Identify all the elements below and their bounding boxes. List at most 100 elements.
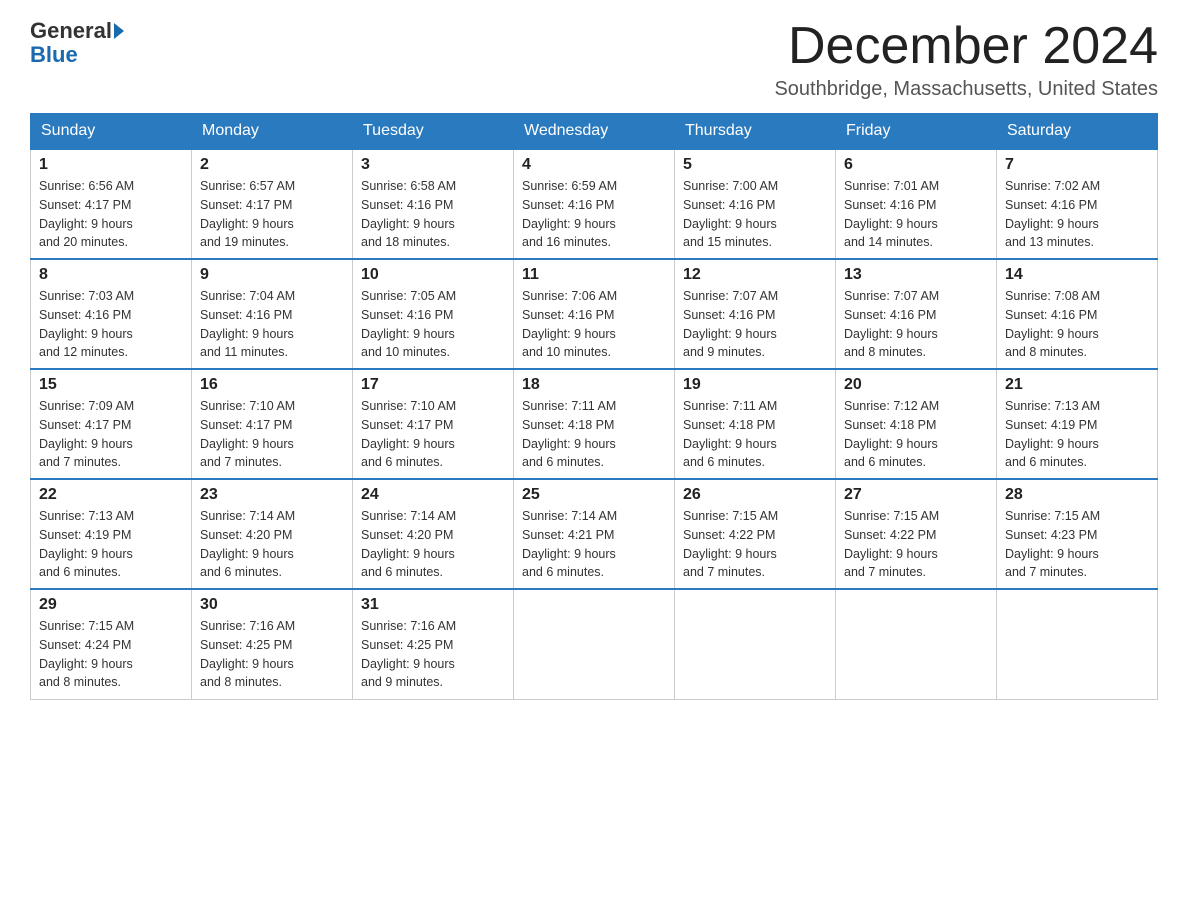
day-number: 26 — [683, 486, 827, 504]
calendar-cell: 16 Sunrise: 7:10 AMSunset: 4:17 PMDayligh… — [192, 369, 353, 479]
day-number: 21 — [1005, 376, 1149, 394]
weekday-header-row: SundayMondayTuesdayWednesdayThursdayFrid… — [31, 114, 1158, 150]
week-row-2: 8 Sunrise: 7:03 AMSunset: 4:16 PMDaylight… — [31, 259, 1158, 369]
day-number: 31 — [361, 596, 505, 614]
month-title: December 2024 — [774, 20, 1158, 72]
day-info: Sunrise: 6:56 AMSunset: 4:17 PMDaylight:… — [39, 177, 183, 252]
day-info: Sunrise: 7:06 AMSunset: 4:16 PMDaylight:… — [522, 287, 666, 362]
day-number: 9 — [200, 266, 344, 284]
day-info: Sunrise: 7:14 AMSunset: 4:20 PMDaylight:… — [361, 507, 505, 582]
logo-blue-text: Blue — [30, 44, 78, 66]
calendar-cell: 13Sunrise: 7:07 AMSunset: 4:16 PMDayligh… — [836, 259, 997, 369]
day-info: Sunrise: 7:09 AMSunset: 4:17 PMDaylight:… — [39, 397, 183, 472]
day-info: Sunrise: 7:01 AMSunset: 4:16 PMDaylight:… — [844, 177, 988, 252]
weekday-header-friday: Friday — [836, 114, 997, 150]
calendar-cell: 12 Sunrise: 7:07 AMSunset: 4:16 PMDayligh… — [675, 259, 836, 369]
calendar-table: SundayMondayTuesdayWednesdayThursdayFrid… — [30, 113, 1158, 700]
day-number: 7 — [1005, 156, 1149, 174]
calendar-cell: 1 Sunrise: 6:56 AMSunset: 4:17 PMDaylight… — [31, 149, 192, 259]
location-subtitle: Southbridge, Massachusetts, United State… — [774, 78, 1158, 101]
calendar-cell: 5 Sunrise: 7:00 AMSunset: 4:16 PMDaylight… — [675, 149, 836, 259]
logo-general-text: General — [30, 20, 112, 42]
day-number: 10 — [361, 266, 505, 284]
day-number: 6 — [844, 156, 988, 174]
calendar-cell: 18 Sunrise: 7:11 AMSunset: 4:18 PMDayligh… — [514, 369, 675, 479]
calendar-cell: 31 Sunrise: 7:16 AMSunset: 4:25 PMDayligh… — [353, 589, 514, 699]
weekday-header-monday: Monday — [192, 114, 353, 150]
calendar-cell: 4Sunrise: 6:59 AMSunset: 4:16 PMDaylight… — [514, 149, 675, 259]
day-info: Sunrise: 7:13 AMSunset: 4:19 PMDaylight:… — [1005, 397, 1149, 472]
day-number: 12 — [683, 266, 827, 284]
day-info: Sunrise: 7:11 AMSunset: 4:18 PMDaylight:… — [522, 397, 666, 472]
day-number: 4 — [522, 156, 666, 174]
day-info: Sunrise: 7:13 AMSunset: 4:19 PMDaylight:… — [39, 507, 183, 582]
day-info: Sunrise: 7:14 AMSunset: 4:20 PMDaylight:… — [200, 507, 344, 582]
weekday-header-thursday: Thursday — [675, 114, 836, 150]
calendar-cell: 10 Sunrise: 7:05 AMSunset: 4:16 PMDayligh… — [353, 259, 514, 369]
day-number: 11 — [522, 266, 666, 284]
day-number: 3 — [361, 156, 505, 174]
calendar-cell: 27Sunrise: 7:15 AMSunset: 4:22 PMDayligh… — [836, 479, 997, 589]
day-number: 23 — [200, 486, 344, 504]
day-number: 29 — [39, 596, 183, 614]
calendar-cell: 21 Sunrise: 7:13 AMSunset: 4:19 PMDayligh… — [997, 369, 1158, 479]
calendar-cell: 3Sunrise: 6:58 AMSunset: 4:16 PMDaylight… — [353, 149, 514, 259]
day-number: 8 — [39, 266, 183, 284]
day-info: Sunrise: 7:12 AMSunset: 4:18 PMDaylight:… — [844, 397, 988, 472]
day-number: 14 — [1005, 266, 1149, 284]
calendar-cell — [514, 589, 675, 699]
calendar-cell: 9 Sunrise: 7:04 AMSunset: 4:16 PMDaylight… — [192, 259, 353, 369]
day-info: Sunrise: 7:16 AMSunset: 4:25 PMDaylight:… — [361, 617, 505, 692]
day-number: 25 — [522, 486, 666, 504]
calendar-cell — [997, 589, 1158, 699]
day-number: 19 — [683, 376, 827, 394]
day-number: 18 — [522, 376, 666, 394]
day-info: Sunrise: 7:03 AMSunset: 4:16 PMDaylight:… — [39, 287, 183, 362]
calendar-cell: 11 Sunrise: 7:06 AMSunset: 4:16 PMDayligh… — [514, 259, 675, 369]
day-info: Sunrise: 7:15 AMSunset: 4:24 PMDaylight:… — [39, 617, 183, 692]
day-info: Sunrise: 7:04 AMSunset: 4:16 PMDaylight:… — [200, 287, 344, 362]
day-number: 30 — [200, 596, 344, 614]
week-row-1: 1 Sunrise: 6:56 AMSunset: 4:17 PMDaylight… — [31, 149, 1158, 259]
day-info: Sunrise: 7:05 AMSunset: 4:16 PMDaylight:… — [361, 287, 505, 362]
day-number: 27 — [844, 486, 988, 504]
calendar-cell: 8 Sunrise: 7:03 AMSunset: 4:16 PMDaylight… — [31, 259, 192, 369]
day-number: 15 — [39, 376, 183, 394]
calendar-cell: 17Sunrise: 7:10 AMSunset: 4:17 PMDayligh… — [353, 369, 514, 479]
calendar-cell: 7 Sunrise: 7:02 AMSunset: 4:16 PMDaylight… — [997, 149, 1158, 259]
day-number: 28 — [1005, 486, 1149, 504]
calendar-cell — [836, 589, 997, 699]
week-row-4: 22Sunrise: 7:13 AMSunset: 4:19 PMDayligh… — [31, 479, 1158, 589]
page-header: General Blue December 2024 Southbridge, … — [30, 20, 1158, 101]
week-row-5: 29 Sunrise: 7:15 AMSunset: 4:24 PMDayligh… — [31, 589, 1158, 699]
weekday-header-tuesday: Tuesday — [353, 114, 514, 150]
calendar-cell: 20Sunrise: 7:12 AMSunset: 4:18 PMDayligh… — [836, 369, 997, 479]
day-info: Sunrise: 7:10 AMSunset: 4:17 PMDaylight:… — [200, 397, 344, 472]
weekday-header-sunday: Sunday — [31, 114, 192, 150]
logo: General Blue — [30, 20, 126, 66]
weekday-header-wednesday: Wednesday — [514, 114, 675, 150]
week-row-3: 15 Sunrise: 7:09 AMSunset: 4:17 PMDayligh… — [31, 369, 1158, 479]
day-info: Sunrise: 7:02 AMSunset: 4:16 PMDaylight:… — [1005, 177, 1149, 252]
day-info: Sunrise: 7:00 AMSunset: 4:16 PMDaylight:… — [683, 177, 827, 252]
day-number: 17 — [361, 376, 505, 394]
calendar-cell: 22Sunrise: 7:13 AMSunset: 4:19 PMDayligh… — [31, 479, 192, 589]
day-info: Sunrise: 7:07 AMSunset: 4:16 PMDaylight:… — [844, 287, 988, 362]
weekday-header-saturday: Saturday — [997, 114, 1158, 150]
calendar-cell: 25Sunrise: 7:14 AMSunset: 4:21 PMDayligh… — [514, 479, 675, 589]
calendar-cell: 30Sunrise: 7:16 AMSunset: 4:25 PMDayligh… — [192, 589, 353, 699]
day-info: Sunrise: 7:11 AMSunset: 4:18 PMDaylight:… — [683, 397, 827, 472]
title-section: December 2024 Southbridge, Massachusetts… — [774, 20, 1158, 101]
day-number: 24 — [361, 486, 505, 504]
calendar-cell: 14 Sunrise: 7:08 AMSunset: 4:16 PMDayligh… — [997, 259, 1158, 369]
calendar-cell: 15 Sunrise: 7:09 AMSunset: 4:17 PMDayligh… — [31, 369, 192, 479]
day-info: Sunrise: 6:57 AMSunset: 4:17 PMDaylight:… — [200, 177, 344, 252]
day-number: 5 — [683, 156, 827, 174]
day-number: 16 — [200, 376, 344, 394]
calendar-cell: 26 Sunrise: 7:15 AMSunset: 4:22 PMDayligh… — [675, 479, 836, 589]
day-number: 1 — [39, 156, 183, 174]
day-info: Sunrise: 7:15 AMSunset: 4:22 PMDaylight:… — [683, 507, 827, 582]
day-info: Sunrise: 7:07 AMSunset: 4:16 PMDaylight:… — [683, 287, 827, 362]
day-info: Sunrise: 7:08 AMSunset: 4:16 PMDaylight:… — [1005, 287, 1149, 362]
calendar-cell: 19 Sunrise: 7:11 AMSunset: 4:18 PMDayligh… — [675, 369, 836, 479]
